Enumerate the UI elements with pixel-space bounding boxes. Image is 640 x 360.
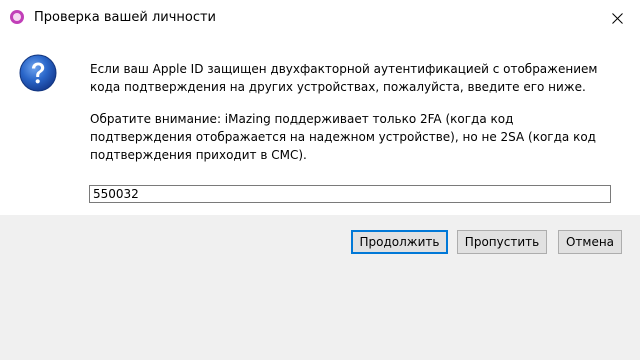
imazing-app-icon [10,10,24,24]
title-bar: Проверка вашей личности [0,0,640,37]
close-icon [612,13,623,24]
skip-button[interactable]: Пропустить [457,230,547,254]
cancel-button[interactable]: Отмена [558,230,622,254]
verification-code-input[interactable] [89,185,611,203]
continue-button[interactable]: Продолжить [351,230,448,254]
identity-verification-dialog: Проверка вашей личности Если ваш Apple I… [0,0,640,360]
question-icon [19,54,57,92]
dialog-body: Если ваш Apple ID защищен двухфакторной … [0,37,640,215]
dialog-message: Если ваш Apple ID защищен двухфакторной … [90,62,598,94]
close-button[interactable] [594,0,640,37]
dialog-note: Обратите внимание: iMazing поддерживает … [90,112,596,162]
window-title: Проверка вашей личности [34,10,217,25]
